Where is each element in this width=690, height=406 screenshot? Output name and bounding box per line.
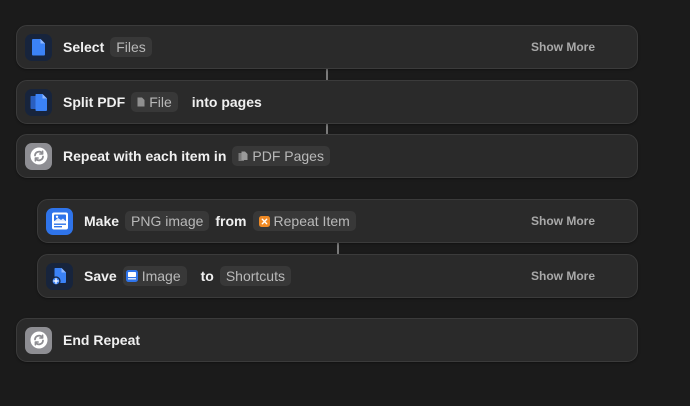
- file-token[interactable]: File: [131, 92, 178, 112]
- action-label: Make: [84, 213, 120, 229]
- files-token[interactable]: Files: [110, 37, 152, 57]
- document-icon: [25, 33, 52, 61]
- token-label: Repeat Item: [273, 213, 350, 229]
- action-label: Select: [63, 39, 105, 55]
- pdf-pages-token[interactable]: PDF Pages: [232, 146, 330, 166]
- action-label: Save: [84, 268, 117, 284]
- action-make-image[interactable]: Make PNG image from Repeat Item Show Mor…: [37, 199, 638, 243]
- save-file-icon: [46, 262, 73, 290]
- token-label: File: [149, 94, 172, 110]
- image-icon: [46, 207, 73, 235]
- action-select-files[interactable]: Select Files Show More: [16, 25, 638, 69]
- token-label: Shortcuts: [225, 268, 285, 284]
- flow-connector: [337, 242, 339, 254]
- action-label-connector: from: [215, 213, 247, 229]
- action-label: Split PDF: [63, 94, 126, 110]
- action-repeat-each[interactable]: Repeat with each item in PDF Pages: [16, 134, 638, 178]
- action-split-pdf[interactable]: Split PDF File into pages: [16, 80, 638, 124]
- action-end-repeat[interactable]: End Repeat: [16, 318, 638, 362]
- flow-connector: [326, 68, 328, 80]
- repeat-icon: [25, 326, 52, 354]
- token-label: Image: [141, 268, 181, 284]
- repeat-item-token[interactable]: Repeat Item: [252, 211, 356, 231]
- variable-x-icon: [258, 215, 270, 227]
- image-variable-icon: [125, 270, 138, 282]
- file-icon: [137, 97, 145, 107]
- token-label: PDF Pages: [252, 148, 324, 164]
- show-more-button[interactable]: Show More: [531, 40, 595, 54]
- png-image-token[interactable]: PNG image: [125, 211, 210, 231]
- token-label: PNG image: [131, 213, 204, 229]
- repeat-icon: [25, 142, 52, 170]
- action-label-connector: to: [200, 268, 214, 284]
- documents-icon: [238, 151, 248, 162]
- action-label-suffix: into pages: [191, 94, 262, 110]
- action-label: Repeat with each item in: [63, 148, 227, 164]
- documents-icon: [25, 88, 52, 116]
- show-more-button[interactable]: Show More: [531, 269, 595, 283]
- action-save-file[interactable]: Save Image to Shortcuts Show More: [37, 254, 638, 298]
- shortcut-editor: Select Files Show More Split PDF File in…: [0, 0, 690, 406]
- token-label: Files: [116, 39, 146, 55]
- show-more-button[interactable]: Show More: [531, 214, 595, 228]
- image-token[interactable]: Image: [122, 266, 187, 286]
- shortcuts-token[interactable]: Shortcuts: [219, 266, 291, 286]
- action-label: End Repeat: [63, 332, 141, 348]
